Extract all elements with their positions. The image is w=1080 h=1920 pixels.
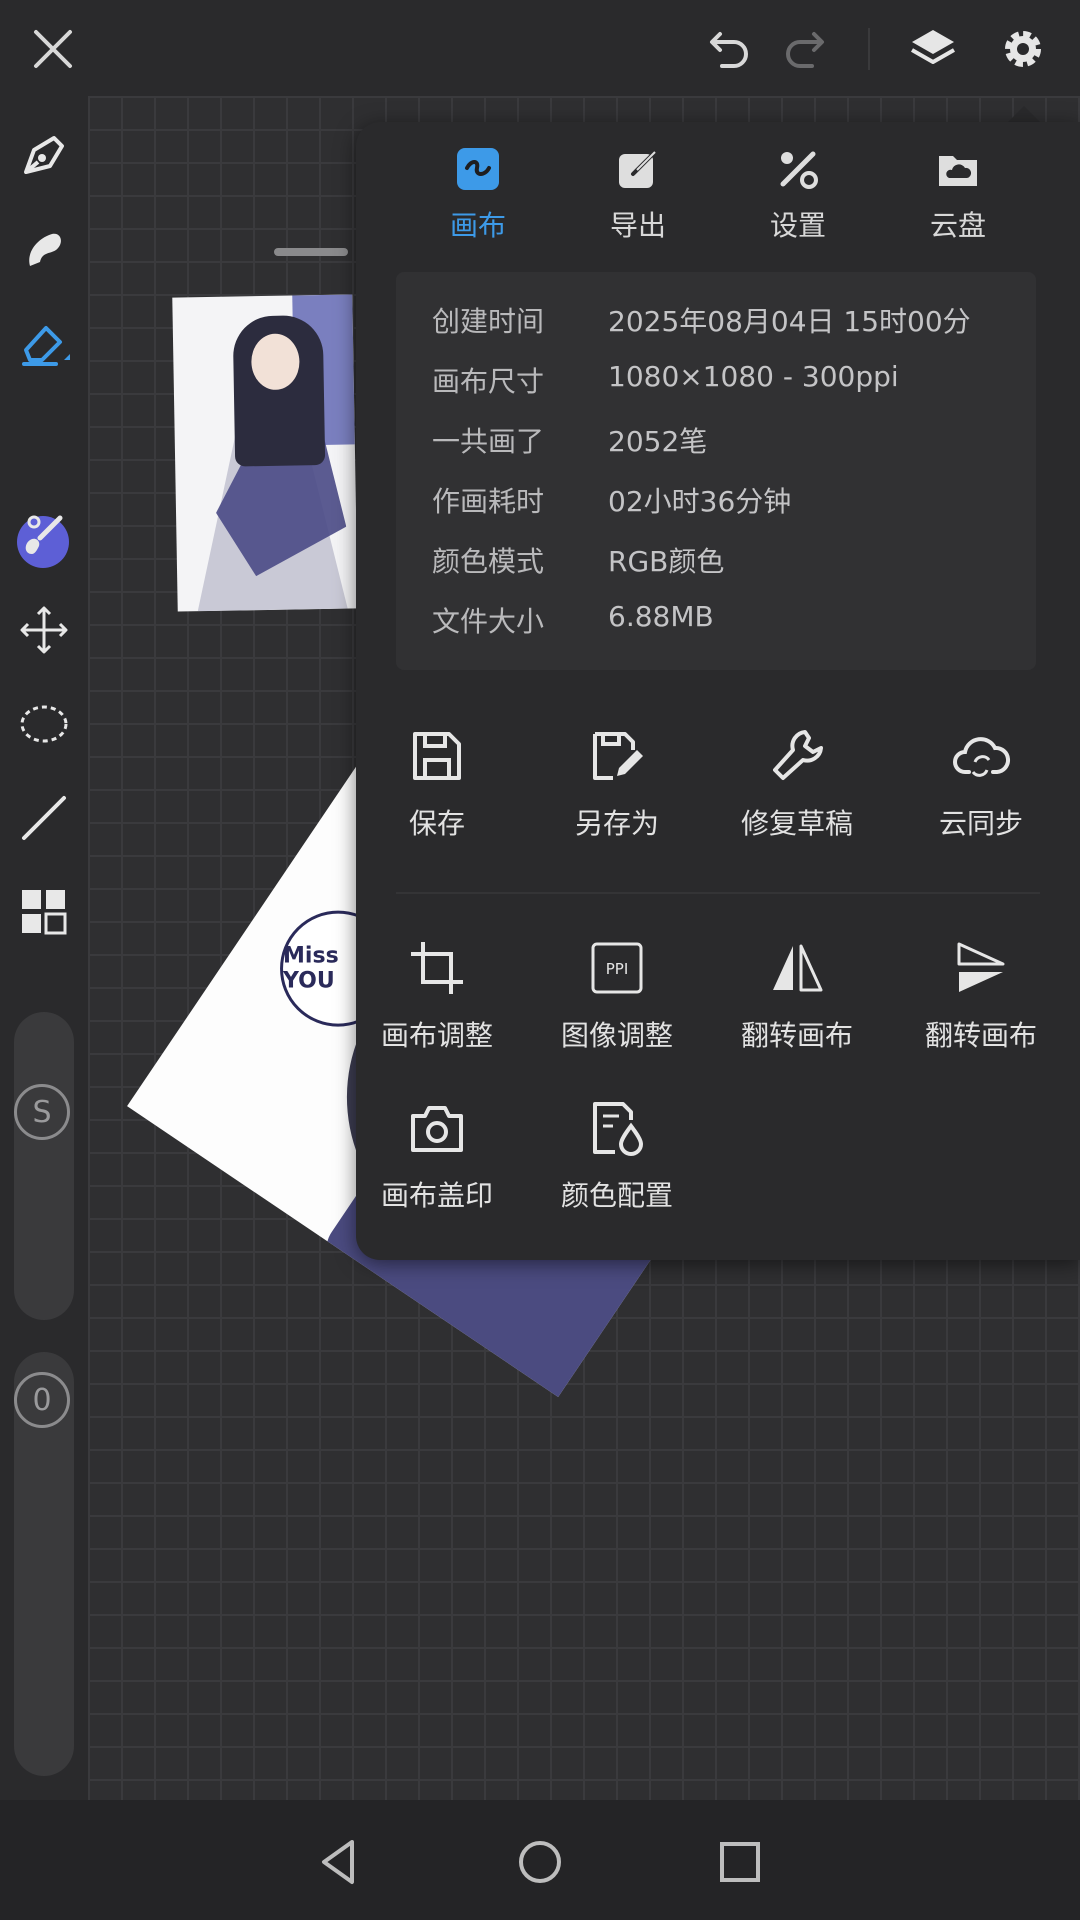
color-profile-icon (593, 1102, 644, 1156)
undo-icon[interactable] (700, 22, 754, 76)
cloud-sync-icon (953, 737, 1010, 777)
svg-text:PPI: PPI (606, 960, 629, 978)
image-adjust-label: 图像调整 (560, 1019, 673, 1052)
canvas-adjust-button[interactable]: 画布调整 (352, 938, 522, 1054)
repair-draft-button[interactable]: 修复草稿 (712, 726, 882, 842)
toolbar-divider (868, 28, 870, 70)
tab-cloud[interactable]: 云盘 (888, 146, 1028, 246)
info-row-duration: 作画耗时 02小时36分钟 (432, 480, 791, 520)
top-bar (0, 0, 1080, 96)
save-button[interactable]: 保存 (352, 726, 522, 842)
flip-horizontal-icon (773, 944, 823, 992)
save-icon (413, 732, 461, 780)
back-icon[interactable] (312, 1834, 368, 1890)
tab-export[interactable]: 导出 (568, 146, 708, 246)
flip-horizontal-label: 翻转画布 (740, 1019, 853, 1052)
info-value: 6.88MB (608, 600, 714, 633)
color-profile-button[interactable]: 颜色配置 (532, 1098, 702, 1214)
canvas-adjust-label: 画布调整 (380, 1019, 493, 1052)
info-row-size: 画布尺寸 1080×1080 - 300ppi (432, 360, 899, 400)
camera-icon (411, 1106, 463, 1152)
export-icon (619, 150, 657, 188)
tab-export-label: 导出 (609, 209, 666, 242)
close-icon[interactable] (26, 22, 80, 76)
tab-canvas-label: 画布 (449, 209, 506, 242)
brush-size-slider[interactable] (14, 1012, 74, 1320)
info-row-file-size: 文件大小 6.88MB (432, 600, 714, 640)
tab-cloud-label: 云盘 (929, 209, 986, 242)
system-nav-bar (0, 1800, 1080, 1920)
canvas-stamp-button[interactable]: 画布盖印 (352, 1098, 522, 1214)
wrench-icon (773, 730, 823, 780)
flip-horizontal-button[interactable]: 翻转画布 (712, 938, 882, 1054)
move-tool-icon[interactable] (14, 600, 74, 660)
cloud-sync-label: 云同步 (938, 807, 1023, 840)
tools-icon (780, 151, 818, 189)
save-as-icon (593, 732, 643, 780)
canvas-stamp-label: 画布盖印 (380, 1179, 493, 1212)
recents-icon[interactable] (712, 1834, 768, 1890)
panel-pointer (1008, 106, 1040, 122)
info-key: 颜色模式 (432, 545, 545, 578)
brush-settings-icon[interactable] (14, 506, 74, 566)
redo-icon[interactable] (780, 22, 834, 76)
canvas-tab-icon (457, 148, 499, 190)
size-slider-knob[interactable]: S (14, 1084, 70, 1140)
section-divider (396, 892, 1040, 894)
layers-icon[interactable] (906, 22, 960, 76)
crop-icon (411, 942, 463, 994)
size-slider-label: S (32, 1094, 52, 1130)
gear-icon[interactable] (996, 22, 1050, 76)
flip-vertical-button[interactable]: 翻转画布 (896, 938, 1066, 1054)
lasso-tool-icon[interactable] (14, 694, 74, 754)
save-as-button[interactable]: 另存为 (532, 726, 702, 842)
tab-canvas[interactable]: 画布 (408, 146, 548, 246)
info-key: 作画耗时 (432, 485, 545, 518)
info-value: 02小时36分钟 (608, 485, 792, 518)
info-key: 文件大小 (432, 605, 545, 638)
opacity-slider-label: 0 (32, 1382, 52, 1418)
info-key: 创建时间 (432, 305, 545, 338)
smudge-tool-icon[interactable] (14, 220, 74, 280)
flip-vertical-icon (957, 942, 1005, 992)
reference-thumbnail[interactable] (172, 294, 358, 612)
pen-tool-icon[interactable] (14, 126, 74, 186)
info-row-color-mode: 颜色模式 RGB颜色 (432, 540, 724, 580)
info-row-created: 创建时间 2025年08月04日 15时00分 (432, 300, 971, 340)
repair-draft-label: 修复草稿 (740, 807, 853, 840)
drag-handle[interactable] (274, 248, 348, 256)
opacity-slider-knob[interactable]: 0 (14, 1372, 70, 1428)
home-icon[interactable] (512, 1834, 568, 1890)
ppi-icon: PPI (591, 942, 643, 994)
eraser-tool-icon[interactable] (14, 314, 74, 374)
info-row-strokes: 一共画了 2052笔 (432, 420, 707, 460)
cloud-drive-icon (939, 156, 977, 186)
save-as-label: 另存为 (574, 807, 659, 840)
grid-tool-icon[interactable] (14, 882, 74, 942)
image-adjust-button[interactable]: PPI 图像调整 (532, 938, 702, 1054)
info-key: 画布尺寸 (432, 365, 545, 398)
canvas-info-box: 创建时间 2025年08月04日 15时00分 画布尺寸 1080×1080 -… (396, 272, 1036, 670)
left-toolbar: S 0 (0, 96, 88, 1800)
cloud-sync-button[interactable]: 云同步 (896, 726, 1066, 842)
line-tool-icon[interactable] (14, 788, 74, 848)
tab-settings[interactable]: 设置 (728, 146, 868, 246)
info-value: RGB颜色 (608, 545, 725, 578)
flip-vertical-label: 翻转画布 (924, 1019, 1037, 1052)
info-value: 2025年08月04日 15时00分 (608, 305, 971, 338)
info-key: 一共画了 (432, 425, 545, 458)
canvas-settings-panel: 画布 导出 设置 云盘 创建时间 2025年08月04日 15时00分 画布尺寸… (356, 122, 1080, 1260)
info-value: 2052笔 (608, 425, 708, 458)
color-profile-label: 颜色配置 (560, 1179, 673, 1212)
info-value: 1080×1080 - 300ppi (608, 360, 899, 393)
tab-settings-label: 设置 (769, 209, 826, 242)
save-label: 保存 (408, 807, 465, 840)
